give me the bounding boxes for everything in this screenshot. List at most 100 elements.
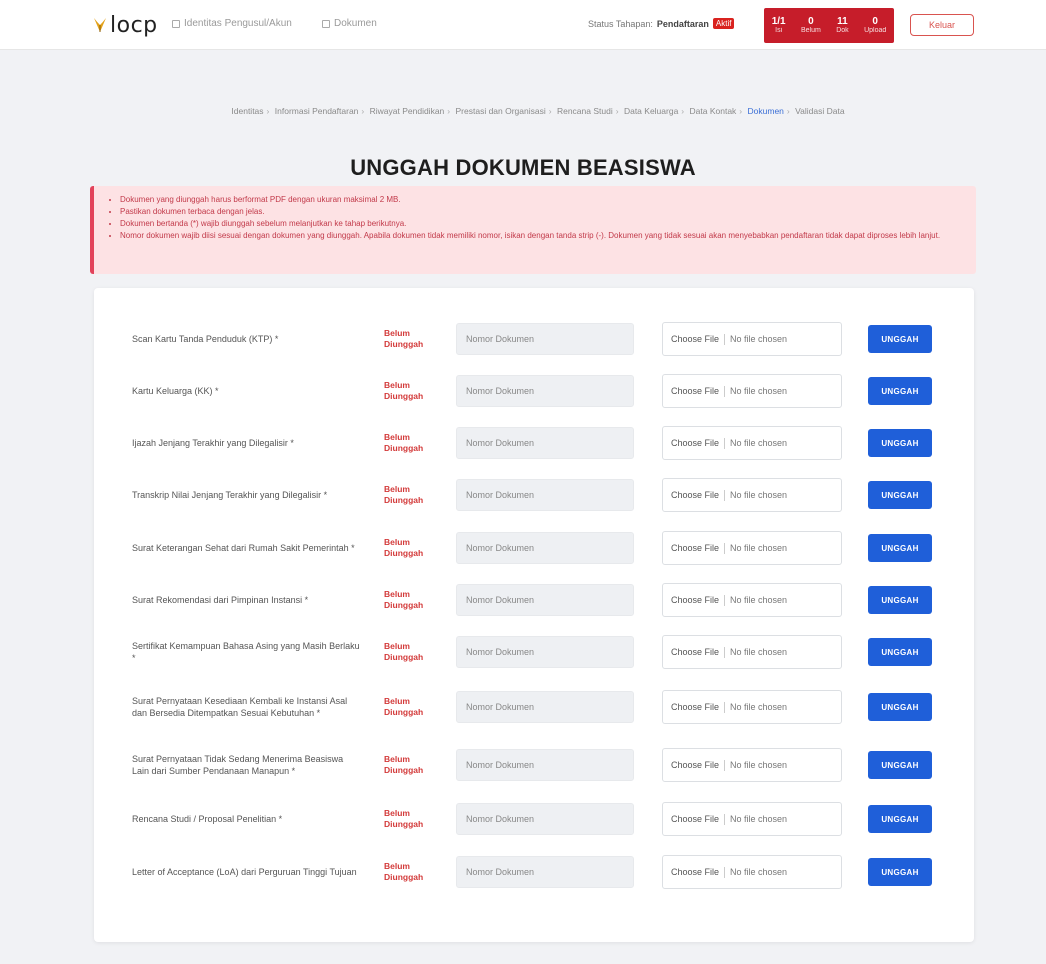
breadcrumb-item-active[interactable]: Dokumen bbox=[748, 106, 784, 116]
stat-item: 0 Belum bbox=[801, 16, 821, 35]
choose-file-button[interactable]: Choose File bbox=[671, 386, 719, 396]
choose-file-button[interactable]: Choose File bbox=[671, 543, 719, 553]
top-navbar: locp Identitas Pengusul/Akun Dokumen Sta… bbox=[0, 0, 1046, 50]
logout-button[interactable]: Keluar bbox=[910, 14, 974, 36]
breadcrumb-item[interactable]: Riwayat Pendidikan bbox=[370, 106, 445, 116]
file-input[interactable]: Choose File No file chosen bbox=[662, 426, 842, 460]
document-number-input[interactable]: Nomor Dokumen bbox=[456, 803, 634, 835]
choose-file-button[interactable]: Choose File bbox=[671, 647, 719, 657]
document-label: Rencana Studi / Proposal Penelitian * bbox=[132, 814, 283, 824]
document-number-input[interactable]: Nomor Dokumen bbox=[456, 691, 634, 723]
document-number-input[interactable]: Nomor Dokumen bbox=[456, 532, 634, 564]
choose-file-button[interactable]: Choose File bbox=[671, 760, 719, 770]
upload-button[interactable]: UNGGAH bbox=[868, 638, 932, 666]
upload-button[interactable]: UNGGAH bbox=[868, 858, 932, 886]
divider bbox=[724, 333, 726, 345]
file-input[interactable]: Choose File No file chosen bbox=[662, 802, 842, 836]
no-file-text: No file chosen bbox=[730, 334, 788, 344]
logo[interactable]: locp bbox=[92, 12, 158, 38]
info-alert: Dokumen yang diunggah harus berformat PD… bbox=[90, 186, 976, 274]
upload-button[interactable]: UNGGAH bbox=[868, 534, 932, 562]
document-number-input[interactable]: Nomor Dokumen bbox=[456, 749, 634, 781]
upload-button[interactable]: UNGGAH bbox=[868, 751, 932, 779]
logo-text: locp bbox=[110, 12, 158, 38]
choose-file-button[interactable]: Choose File bbox=[671, 814, 719, 824]
stat-number: 11 bbox=[837, 16, 848, 28]
choose-file-button[interactable]: Choose File bbox=[671, 867, 719, 877]
nav-identitas-label: Identitas Pengusul/Akun bbox=[184, 18, 292, 29]
no-file-text: No file chosen bbox=[730, 867, 788, 877]
document-number-input[interactable]: Nomor Dokumen bbox=[456, 427, 634, 459]
stat-label: Isi bbox=[775, 27, 783, 35]
upload-button[interactable]: UNGGAH bbox=[868, 429, 932, 457]
leaf-logo-icon bbox=[94, 18, 106, 32]
upload-button[interactable]: UNGGAH bbox=[868, 805, 932, 833]
nav-dokumen-link[interactable]: Dokumen bbox=[322, 18, 377, 29]
file-input[interactable]: Choose File No file chosen bbox=[662, 635, 842, 669]
alert-item: Nomor dokumen wajib diisi sesuai dengan … bbox=[120, 230, 962, 241]
upload-button[interactable]: UNGGAH bbox=[868, 586, 932, 614]
document-number-input[interactable]: Nomor Dokumen bbox=[456, 479, 634, 511]
document-row: Sertifikat Kemampuan Bahasa Asing yang M… bbox=[94, 625, 974, 679]
choose-file-button[interactable]: Choose File bbox=[671, 334, 719, 344]
alert-item: Dokumen yang diunggah harus berformat PD… bbox=[120, 194, 962, 205]
no-file-text: No file chosen bbox=[730, 814, 788, 824]
stats-panel: 1/1 Isi 0 Belum 11 Dok 0 Upload bbox=[764, 8, 894, 43]
file-input[interactable]: Choose File No file chosen bbox=[662, 690, 842, 724]
document-status: Belum Diunggah bbox=[384, 861, 424, 882]
upload-button[interactable]: UNGGAH bbox=[868, 693, 932, 721]
breadcrumb-item[interactable]: Data Keluarga bbox=[624, 106, 678, 116]
file-input[interactable]: Choose File No file chosen bbox=[662, 748, 842, 782]
breadcrumb-item[interactable]: Data Kontak bbox=[690, 106, 737, 116]
document-number-input[interactable]: Nomor Dokumen bbox=[456, 856, 634, 888]
file-input[interactable]: Choose File No file chosen bbox=[662, 855, 842, 889]
breadcrumb-item[interactable]: Informasi Pendaftaran bbox=[275, 106, 359, 116]
user-icon bbox=[172, 19, 180, 28]
divider bbox=[724, 489, 726, 501]
document-label: Sertifikat Kemampuan Bahasa Asing yang M… bbox=[132, 641, 360, 663]
document-number-input[interactable]: Nomor Dokumen bbox=[456, 375, 634, 407]
document-row: Scan Kartu Tanda Penduduk (KTP) * Belum D… bbox=[94, 312, 974, 366]
divider bbox=[724, 542, 726, 554]
document-status: Belum Diunggah bbox=[384, 754, 424, 775]
document-label: Scan Kartu Tanda Penduduk (KTP) * bbox=[132, 334, 279, 344]
document-number-input[interactable]: Nomor Dokumen bbox=[456, 323, 634, 355]
upload-button[interactable]: UNGGAH bbox=[868, 325, 932, 353]
document-status: Belum Diunggah bbox=[384, 589, 424, 610]
document-number-input[interactable]: Nomor Dokumen bbox=[456, 636, 634, 668]
file-input[interactable]: Choose File No file chosen bbox=[662, 322, 842, 356]
nav-identitas-link[interactable]: Identitas Pengusul/Akun bbox=[172, 18, 292, 29]
choose-file-button[interactable]: Choose File bbox=[671, 438, 719, 448]
stat-label: Upload bbox=[864, 27, 887, 35]
divider bbox=[724, 813, 726, 825]
file-input[interactable]: Choose File No file chosen bbox=[662, 478, 842, 512]
document-row: Surat Pernyataan Kesediaan Kembali ke In… bbox=[94, 680, 974, 734]
breadcrumb-item[interactable]: Identitas bbox=[231, 106, 263, 116]
document-status: Belum Diunggah bbox=[384, 328, 424, 349]
document-row: Kartu Keluarga (KK) * Belum Diunggah Nomor… bbox=[94, 364, 974, 418]
divider bbox=[724, 385, 726, 397]
choose-file-button[interactable]: Choose File bbox=[671, 595, 719, 605]
stat-number: 0 bbox=[872, 16, 878, 28]
no-file-text: No file chosen bbox=[730, 438, 788, 448]
divider bbox=[724, 437, 726, 449]
document-label: Surat Keterangan Sehat dari Rumah Sakit … bbox=[132, 543, 355, 553]
document-number-input[interactable]: Nomor Dokumen bbox=[456, 584, 634, 616]
breadcrumb-item[interactable]: Prestasi dan Organisasi bbox=[456, 106, 546, 116]
no-file-text: No file chosen bbox=[730, 647, 788, 657]
document-status: Belum Diunggah bbox=[384, 696, 424, 717]
document-upload-card: Scan Kartu Tanda Penduduk (KTP) * Belum D… bbox=[94, 288, 974, 942]
breadcrumb-item[interactable]: Validasi Data bbox=[795, 106, 844, 116]
choose-file-button[interactable]: Choose File bbox=[671, 702, 719, 712]
file-input[interactable]: Choose File No file chosen bbox=[662, 583, 842, 617]
upload-button[interactable]: UNGGAH bbox=[868, 481, 932, 509]
document-label: Ijazah Jenjang Terakhir yang Dilegalisir… bbox=[132, 438, 294, 448]
upload-button[interactable]: UNGGAH bbox=[868, 377, 932, 405]
choose-file-button[interactable]: Choose File bbox=[671, 490, 719, 500]
status-badge: Aktif bbox=[712, 18, 735, 29]
breadcrumb-item[interactable]: Rencana Studi bbox=[557, 106, 613, 116]
file-input[interactable]: Choose File No file chosen bbox=[662, 374, 842, 408]
alert-item: Pastikan dokumen terbaca dengan jelas. bbox=[120, 206, 962, 217]
document-label: Transkrip Nilai Jenjang Terakhir yang Di… bbox=[132, 490, 328, 500]
file-input[interactable]: Choose File No file chosen bbox=[662, 531, 842, 565]
